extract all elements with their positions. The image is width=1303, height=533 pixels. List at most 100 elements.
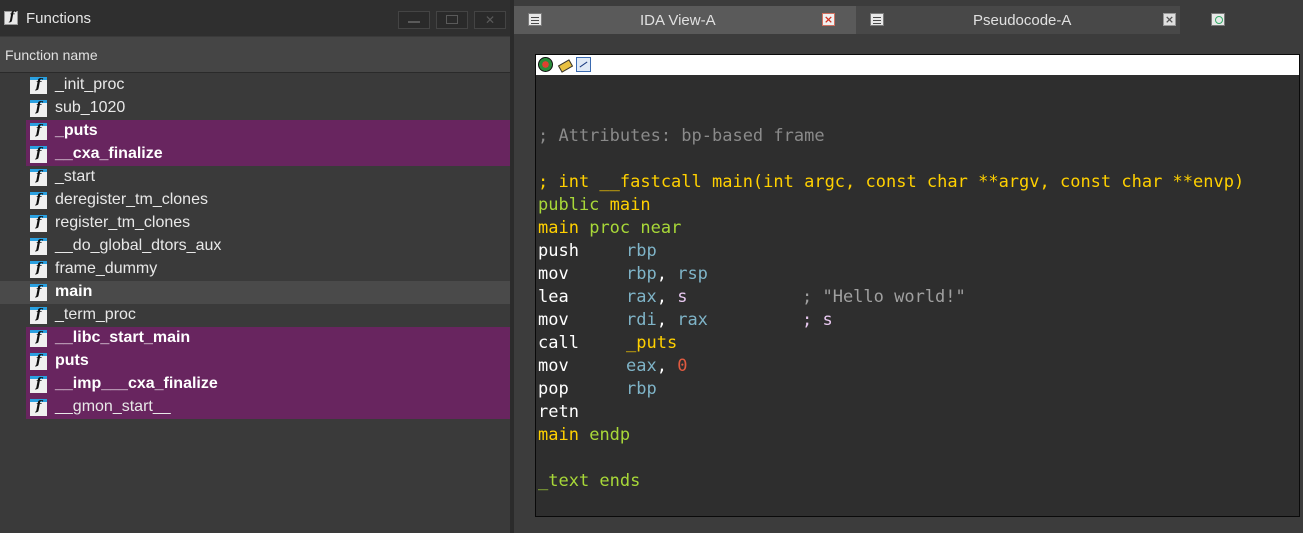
operand-1[interactable]: rax [626, 287, 657, 307]
instruction-line[interactable]: lea rax, s ; "Hello world!" [538, 286, 1298, 309]
operand-2[interactable]: s [677, 287, 687, 307]
function-row[interactable]: f __libc_start_main [0, 327, 510, 350]
function-row[interactable]: f _start [0, 166, 510, 189]
functions-icon: f [4, 9, 18, 25]
disassembly-listing[interactable]: ; Attributes: bp-based frame ; int __fas… [538, 79, 1298, 493]
tab-bar: IDA View-A × Pseudocode-A × [514, 0, 1303, 36]
listing-icon [528, 13, 542, 26]
operand-1[interactable]: rdi [626, 310, 657, 330]
minimize-button[interactable] [398, 11, 430, 29]
mnemonic: mov [538, 356, 569, 376]
tab-pseudocode-a[interactable]: Pseudocode-A × [856, 6, 1180, 34]
function-icon: f [30, 169, 47, 186]
operand-2[interactable]: rax [677, 310, 708, 330]
operand-1[interactable]: rbp [626, 379, 657, 399]
tab-ida-view-a[interactable]: IDA View-A × [514, 6, 856, 34]
function-row[interactable]: f __gmon_start__ [0, 396, 510, 419]
operand-2[interactable]: rsp [677, 264, 708, 284]
instruction-list: push rbp mov rbp, rsp lea rax, s ; "Hello worl… [538, 240, 1298, 424]
operand-1[interactable]: eax [626, 356, 657, 376]
tab-close-icon[interactable]: × [822, 13, 835, 26]
function-icon: f [30, 238, 47, 255]
function-icon: f [30, 146, 47, 163]
endp-line[interactable]: main endp [538, 424, 1298, 447]
function-row[interactable]: f _puts [0, 120, 510, 143]
function-row[interactable]: f register_tm_clones [0, 212, 510, 235]
operand-2[interactable]: 0 [677, 356, 687, 376]
function-row[interactable]: f puts [0, 350, 510, 373]
public-line[interactable]: public main [538, 194, 1298, 217]
panel-splitter[interactable] [510, 0, 514, 533]
operands: eax, 0 [626, 355, 687, 378]
column-header-function-name[interactable]: Function name [0, 37, 510, 73]
hex-view-icon[interactable] [1211, 13, 1225, 26]
instruction-line[interactable]: mov rdi, rax ; s [538, 309, 1298, 332]
public-name[interactable]: main [610, 195, 651, 215]
function-row[interactable]: f __cxa_finalize [0, 143, 510, 166]
function-row[interactable]: f sub_1020 [0, 97, 510, 120]
operands: rbp [626, 240, 657, 263]
function-icon: f [30, 77, 47, 94]
segment-end: _text ends [538, 471, 641, 491]
functions-titlebar[interactable]: f Functions ✕ [0, 0, 512, 36]
function-name: __imp___cxa_finalize [55, 375, 218, 392]
function-name: frame_dummy [55, 260, 158, 277]
restore-icon [446, 15, 458, 24]
ida-view-a[interactable]: ; Attributes: bp-based frame ; int __fas… [535, 54, 1300, 517]
prototype-comment: ; int __fastcall main(int argc, const ch… [538, 172, 1245, 192]
function-row[interactable]: f main [0, 281, 510, 304]
sync-icon[interactable] [576, 57, 591, 72]
mnemonic: push [538, 241, 579, 261]
operand-1[interactable]: _puts [626, 333, 677, 353]
function-name: main [55, 283, 93, 300]
view-toolbar [536, 55, 1299, 75]
function-name: __gmon_start__ [55, 398, 171, 415]
function-icon: f [30, 284, 47, 301]
function-row[interactable]: f __do_global_dtors_aux [0, 235, 510, 258]
close-icon: ✕ [484, 13, 496, 27]
proc-name[interactable]: main [538, 218, 579, 238]
function-list: f _init_proc f sub_1020 f _puts f __cxa_finaliz… [0, 74, 510, 419]
function-icon: f [30, 192, 47, 209]
proc-line[interactable]: main proc near [538, 217, 1298, 240]
function-name: sub_1020 [55, 99, 126, 116]
instruction-comment: ; s [802, 310, 833, 330]
function-row[interactable]: f deregister_tm_clones [0, 189, 510, 212]
instruction-line[interactable]: mov eax, 0 [538, 355, 1298, 378]
functions-title: Functions [26, 10, 92, 27]
function-row[interactable]: f _term_proc [0, 304, 510, 327]
function-icon: f [30, 215, 47, 232]
edit-icon[interactable] [557, 57, 574, 73]
instruction-line[interactable]: call _puts [538, 332, 1298, 355]
functions-panel: f Functions ✕ Function name f _init_proc f… [0, 0, 512, 533]
operand-separator: , [656, 287, 678, 307]
function-icon: f [30, 100, 47, 117]
function-icon: f [30, 307, 47, 324]
function-name: puts [55, 352, 89, 369]
operand-1[interactable]: rbp [626, 264, 657, 284]
operand-1[interactable]: rbp [626, 241, 657, 261]
close-button[interactable]: ✕ [474, 11, 506, 29]
function-name: __libc_start_main [55, 329, 191, 346]
graph-overview-icon[interactable] [538, 57, 553, 72]
function-row[interactable]: f _init_proc [0, 74, 510, 97]
function-row[interactable]: f frame_dummy [0, 258, 510, 281]
function-row[interactable]: f __imp___cxa_finalize [0, 373, 510, 396]
tab-close-icon[interactable]: × [1163, 13, 1176, 26]
mnemonic: call [538, 333, 579, 353]
attributes-comment: ; Attributes: bp-based frame [538, 126, 825, 146]
function-name: register_tm_clones [55, 214, 191, 231]
instruction-line[interactable]: pop rbp [538, 378, 1298, 401]
instruction-line[interactable]: push rbp [538, 240, 1298, 263]
endp-name[interactable]: main [538, 425, 579, 445]
instruction-line[interactable]: mov rbp, rsp [538, 263, 1298, 286]
restore-button[interactable] [436, 11, 468, 29]
operand-separator: , [656, 310, 678, 330]
function-name: __do_global_dtors_aux [55, 237, 222, 254]
operands: _puts [626, 332, 677, 355]
instruction-line[interactable]: retn [538, 401, 1298, 424]
tab-label: IDA View-A [640, 12, 716, 29]
